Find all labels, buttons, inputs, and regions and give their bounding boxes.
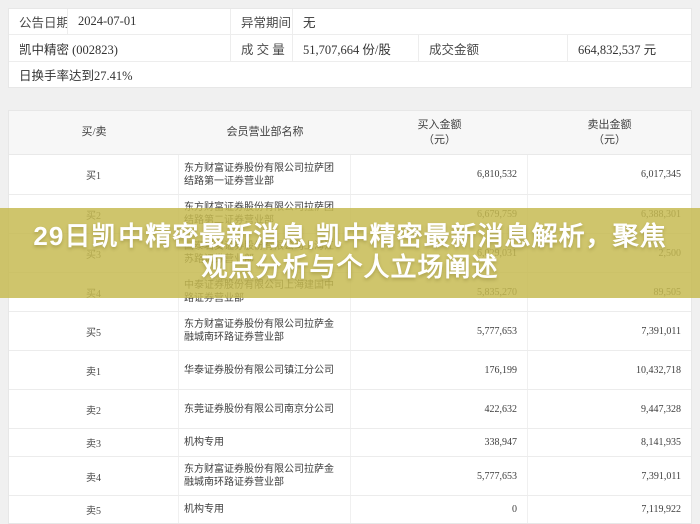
table-row: 卖3机构专用338,9478,141,935 (9, 428, 691, 456)
buy-amount-cell: 422,632 (351, 390, 528, 428)
page: 公告日期 2024-07-01 异常期间 无 凯中精密 (002823) 成 交… (0, 0, 700, 511)
header-buy-amount-unit: （元） (423, 133, 456, 148)
table-row: 卖5机构专用07,119,922 (9, 495, 691, 523)
table-row: 卖4东方财富证券股份有限公司拉萨金融城南环路证券营业部5,777,6537,39… (9, 456, 691, 495)
buy-amount-cell: 0 (351, 496, 528, 523)
info-row-announce: 公告日期 2024-07-01 异常期间 无 (9, 9, 691, 35)
volume-value: 51,707,664 份/股 (293, 35, 419, 61)
abnormal-period-value: 无 (293, 9, 691, 34)
turnover-label: 成交金额 (419, 35, 568, 61)
announce-date-label: 公告日期 (9, 9, 68, 34)
sell-amount-cell: 6,017,345 (528, 155, 691, 194)
buy-amount-cell: 5,777,653 (351, 457, 528, 495)
sell-amount-cell: 10,432,718 (528, 351, 691, 389)
table-row: 买5东方财富证券股份有限公司拉萨金融城南环路证券营业部5,777,6537,39… (9, 311, 691, 350)
sell-amount-cell: 7,391,011 (528, 457, 691, 495)
info-row-note: 日换手率达到27.41% (9, 62, 691, 87)
abnormal-period-label: 异常期间 (231, 9, 293, 34)
side-cell: 买1 (9, 155, 179, 194)
branch-name-cell: 东方财富证券股份有限公司拉萨金融城南环路证券营业部 (179, 312, 351, 350)
branch-name-cell: 东方财富证券股份有限公司拉萨金融城南环路证券营业部 (179, 457, 351, 495)
branch-name-cell: 东方财富证券股份有限公司拉萨团结路第一证券营业部 (179, 155, 351, 194)
header-buy-amount-title: 买入金额 (418, 118, 462, 133)
sell-amount-cell: 7,391,011 (528, 312, 691, 350)
turnover-value: 664,832,537 元 (568, 35, 691, 61)
side-cell: 卖5 (9, 496, 179, 523)
headline-overlay-banner: 29日凯中精密最新消息,凯中精密最新消息解析，聚焦 观点分析与个人立场阐述 (0, 208, 700, 298)
side-cell: 卖4 (9, 457, 179, 495)
info-row-volume: 凯中精密 (002823) 成 交 量 51,707,664 份/股 成交金额 … (9, 35, 691, 62)
header-buy-amount: 买入金额 （元） (351, 111, 528, 154)
headline-line-2: 观点分析与个人立场阐述 (0, 252, 700, 283)
stock-info-panel: 公告日期 2024-07-01 异常期间 无 凯中精密 (002823) 成 交… (8, 8, 692, 88)
header-sell-amount: 卖出金额 （元） (528, 111, 691, 154)
branch-name-cell: 华泰证券股份有限公司镇江分公司 (179, 351, 351, 389)
header-branch-name-title: 会员营业部名称 (227, 125, 304, 140)
table-row: 卖1华泰证券股份有限公司镇江分公司176,19910,432,718 (9, 350, 691, 389)
header-buy-sell-title: 买/卖 (81, 125, 106, 140)
header-sell-amount-title: 卖出金额 (588, 118, 632, 133)
sell-amount-cell: 9,447,328 (528, 390, 691, 428)
broker-seats-table: 买/卖 会员营业部名称 买入金额 （元） 卖出金额 （元） 买1东方财富证券股份… (8, 110, 692, 524)
table-row: 卖2东莞证券股份有限公司南京分公司422,6329,447,328 (9, 389, 691, 428)
side-cell: 卖1 (9, 351, 179, 389)
branch-name-cell: 机构专用 (179, 496, 351, 523)
table-row: 买1东方财富证券股份有限公司拉萨团结路第一证券营业部6,810,5326,017… (9, 155, 691, 194)
header-branch-name: 会员营业部名称 (179, 111, 351, 154)
header-buy-sell: 买/卖 (9, 111, 179, 154)
volume-label: 成 交 量 (231, 35, 293, 61)
branch-name-cell: 机构专用 (179, 429, 351, 456)
side-cell: 卖3 (9, 429, 179, 456)
buy-amount-cell: 338,947 (351, 429, 528, 456)
sell-amount-cell: 8,141,935 (528, 429, 691, 456)
sell-amount-cell: 7,119,922 (528, 496, 691, 523)
buy-amount-cell: 176,199 (351, 351, 528, 389)
buy-amount-cell: 5,777,653 (351, 312, 528, 350)
stock-name: 凯中精密 (002823) (9, 35, 231, 61)
announce-date-value: 2024-07-01 (68, 9, 231, 34)
branch-name-cell: 东莞证券股份有限公司南京分公司 (179, 390, 351, 428)
side-cell: 买5 (9, 312, 179, 350)
turnover-rate-note: 日换手率达到27.41% (9, 62, 691, 87)
header-sell-amount-unit: （元） (593, 133, 626, 148)
buy-amount-cell: 6,810,532 (351, 155, 528, 194)
table-header-row: 买/卖 会员营业部名称 买入金额 （元） 卖出金额 （元） (9, 111, 691, 155)
side-cell: 卖2 (9, 390, 179, 428)
headline-line-1: 29日凯中精密最新消息,凯中精密最新消息解析，聚焦 (0, 221, 700, 252)
